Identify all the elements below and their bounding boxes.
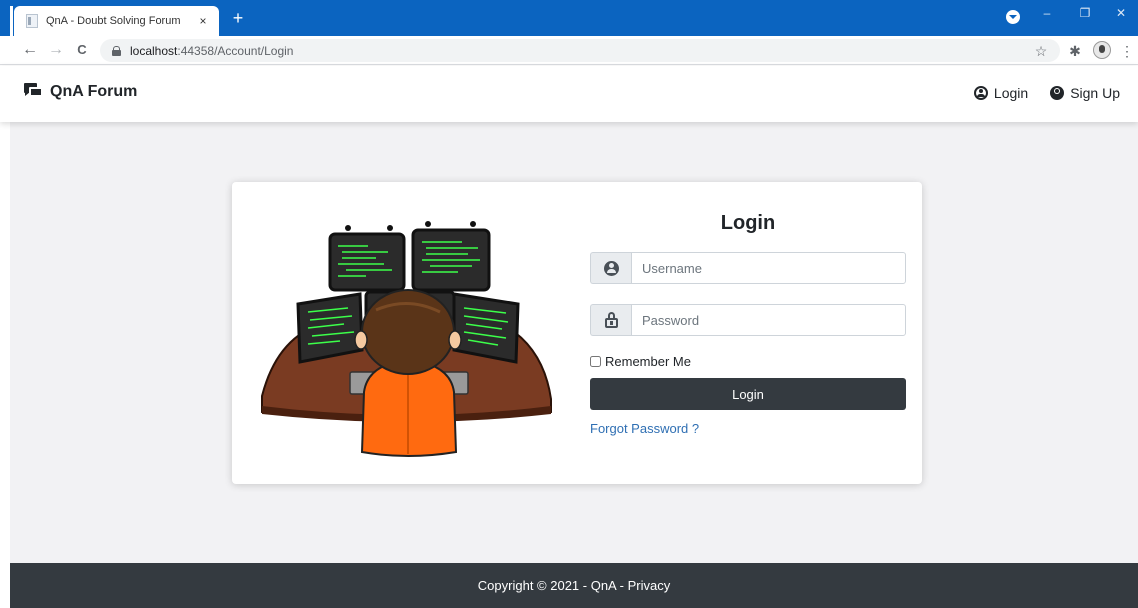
navbar-links: Login Sign Up: [952, 85, 1120, 101]
nav-signup-label: Sign Up: [1070, 85, 1120, 101]
browser-tab[interactable]: QnA - Doubt Solving Forum ×: [14, 6, 219, 36]
remember-me[interactable]: Remember Me: [590, 352, 906, 370]
brand-link[interactable]: QnA Forum: [24, 83, 137, 101]
tab-strip-edge: [10, 6, 13, 36]
nav-signup-link[interactable]: Sign Up: [1050, 85, 1120, 101]
url-host: localhost: [130, 43, 178, 58]
window-close-button[interactable]: ✕: [1104, 0, 1138, 30]
window-restore-button[interactable]: ❐: [1068, 0, 1102, 30]
username-input[interactable]: [631, 252, 906, 284]
remember-me-checkbox[interactable]: [590, 355, 601, 367]
reload-icon[interactable]: C: [72, 41, 92, 61]
lock-icon: [604, 312, 618, 328]
programmer-illustration: [261, 221, 552, 457]
privacy-link[interactable]: Privacy: [628, 578, 671, 593]
password-input[interactable]: [631, 304, 906, 336]
username-group: [590, 252, 906, 284]
user-circle-icon: [603, 260, 619, 276]
brand-name: QnA Forum: [50, 83, 138, 100]
page-favicon-icon: [26, 14, 38, 28]
window-minimize-button[interactable]: –: [1030, 0, 1064, 30]
user-circle-filled-icon: [1050, 86, 1065, 100]
password-addon: [590, 304, 631, 336]
browser-address-row: ← → C localhost:44358/Account/Login ☆ ✱ …: [0, 36, 1138, 65]
site-footer: Copyright © 2021 - QnA - Privacy: [10, 563, 1138, 608]
forgot-password-link[interactable]: Forgot Password ?: [590, 421, 699, 436]
nav-login-link[interactable]: Login: [973, 85, 1029, 101]
comments-icon: [24, 83, 44, 101]
url-text: localhost:44358/Account/Login: [130, 44, 293, 58]
browser-menu-icon[interactable]: ⋮: [1117, 41, 1137, 61]
tab-title: QnA - Doubt Solving Forum: [46, 15, 181, 27]
lock-icon: [112, 45, 121, 56]
user-circle-outline-icon: [973, 86, 988, 100]
nav-login-label: Login: [993, 85, 1029, 101]
copyright-text: Copyright © 2021 - QnA -: [477, 578, 624, 593]
tab-close-icon[interactable]: ×: [195, 14, 211, 28]
back-arrow-icon[interactable]: ←: [20, 41, 40, 61]
site-navbar: QnA Forum Login Sign Up: [0, 66, 1138, 122]
browser-tab-strip: QnA - Doubt Solving Forum × + – ❐ ✕: [0, 0, 1138, 36]
chrome-profile-dropdown-icon[interactable]: [1006, 10, 1020, 24]
new-tab-button[interactable]: +: [228, 8, 248, 28]
username-addon: [590, 252, 631, 284]
forward-arrow-icon[interactable]: →: [46, 41, 66, 61]
login-title: Login: [720, 212, 776, 234]
address-bar[interactable]: localhost:44358/Account/Login: [100, 39, 1060, 62]
login-card: Login Remember Me Login Forgot Password …: [232, 182, 922, 484]
login-form: Login Remember Me Login Forgot Password …: [590, 212, 906, 438]
password-group: [590, 304, 906, 336]
bookmark-star-icon[interactable]: ☆: [1031, 41, 1051, 61]
login-button[interactable]: Login: [590, 378, 906, 410]
profile-avatar[interactable]: [1093, 41, 1111, 59]
extensions-puzzle-icon[interactable]: ✱: [1065, 41, 1085, 61]
url-path: :44358/Account/Login: [177, 43, 294, 58]
left-edge: [0, 122, 10, 608]
main-content: Login Remember Me Login Forgot Password …: [0, 122, 1138, 563]
remember-me-label: Remember Me: [605, 353, 691, 369]
